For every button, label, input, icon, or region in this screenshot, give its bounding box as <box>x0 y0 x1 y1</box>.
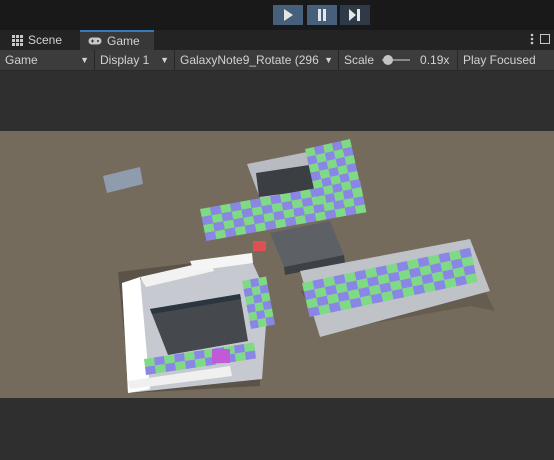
play-mode-dropdown[interactable]: Play Focused <box>458 50 554 70</box>
view-mode-dropdown[interactable]: Game ▼ <box>0 50 95 70</box>
checker-tile <box>154 356 165 366</box>
game-view <box>0 131 554 398</box>
tab-scene[interactable]: Scene <box>4 30 80 50</box>
checker-tile <box>256 310 266 320</box>
checker-tile <box>234 344 245 354</box>
checker-tile <box>265 316 275 326</box>
checker-tile <box>254 302 264 312</box>
pause-button[interactable] <box>307 5 337 25</box>
chevron-down-icon: ▼ <box>324 55 333 65</box>
play-button[interactable] <box>273 5 303 25</box>
checker-tile <box>165 362 176 372</box>
checker-tile <box>175 361 186 371</box>
checker-tile <box>251 286 261 296</box>
tab-game-label: Game <box>107 34 140 48</box>
display-dropdown[interactable]: Display 1 ▼ <box>95 50 175 70</box>
tab-menu <box>530 33 550 45</box>
checker-tile <box>242 279 252 289</box>
checker-tile <box>145 365 156 375</box>
scale-label: Scale <box>344 53 375 67</box>
highlight-tile-red <box>253 241 266 251</box>
checker-tile <box>248 311 258 321</box>
resolution-value: GalaxyNote9_Rotate (296 <box>180 53 319 67</box>
checker-tile <box>144 357 155 367</box>
resolution-dropdown[interactable]: GalaxyNote9_Rotate (296 ▼ <box>175 50 339 70</box>
checker-tile <box>174 353 185 363</box>
checker-tile <box>155 364 166 374</box>
tab-game[interactable]: Game <box>80 30 154 50</box>
checker-tile <box>253 294 263 304</box>
more-options-icon[interactable] <box>530 33 534 45</box>
game-scene <box>0 131 554 398</box>
chevron-down-icon: ▼ <box>160 55 169 65</box>
checker-tile <box>249 319 259 329</box>
checker-tile <box>243 287 253 297</box>
checker-tile <box>261 292 271 302</box>
checker-tile <box>257 318 267 328</box>
checker-tile <box>258 276 268 286</box>
gamepad-icon <box>88 37 102 45</box>
grid-icon <box>12 34 23 46</box>
checker-tile <box>244 342 255 352</box>
scale-thumb[interactable] <box>382 55 393 65</box>
step-button[interactable] <box>340 5 370 25</box>
tab-scene-label: Scene <box>28 33 63 47</box>
display-value: Display 1 <box>100 53 150 67</box>
scale-control: Scale 0.19x <box>339 50 458 70</box>
checker-tile <box>184 351 195 361</box>
view-mode-value: Game <box>5 53 38 67</box>
play-mode-value: Play Focused <box>463 53 536 67</box>
step-icon <box>349 9 360 21</box>
checker-tile <box>235 352 246 362</box>
play-icon <box>284 9 293 21</box>
checker-tile <box>245 350 256 360</box>
checker-tile <box>194 350 205 360</box>
checker-tile <box>185 359 196 369</box>
chevron-down-icon: ▼ <box>80 55 89 65</box>
checker-tile <box>262 300 272 310</box>
checker-tile <box>246 303 256 313</box>
highlight-tile-purple <box>212 349 230 363</box>
tab-bar: Scene Game <box>0 30 554 50</box>
checker-tile <box>195 358 206 368</box>
maximize-icon[interactable] <box>540 34 550 44</box>
checker-tile <box>164 354 175 364</box>
scale-value: 0.19x <box>420 53 450 67</box>
top-toolbar <box>0 0 554 30</box>
checker-tile <box>250 278 260 288</box>
scale-slider[interactable] <box>382 54 411 66</box>
checker-tile <box>245 295 255 305</box>
checker-tile <box>259 284 269 294</box>
checker-tile <box>264 308 274 318</box>
pause-icon <box>318 9 326 21</box>
game-view-toolbar: Game ▼ Display 1 ▼ GalaxyNote9_Rotate (2… <box>0 50 554 71</box>
